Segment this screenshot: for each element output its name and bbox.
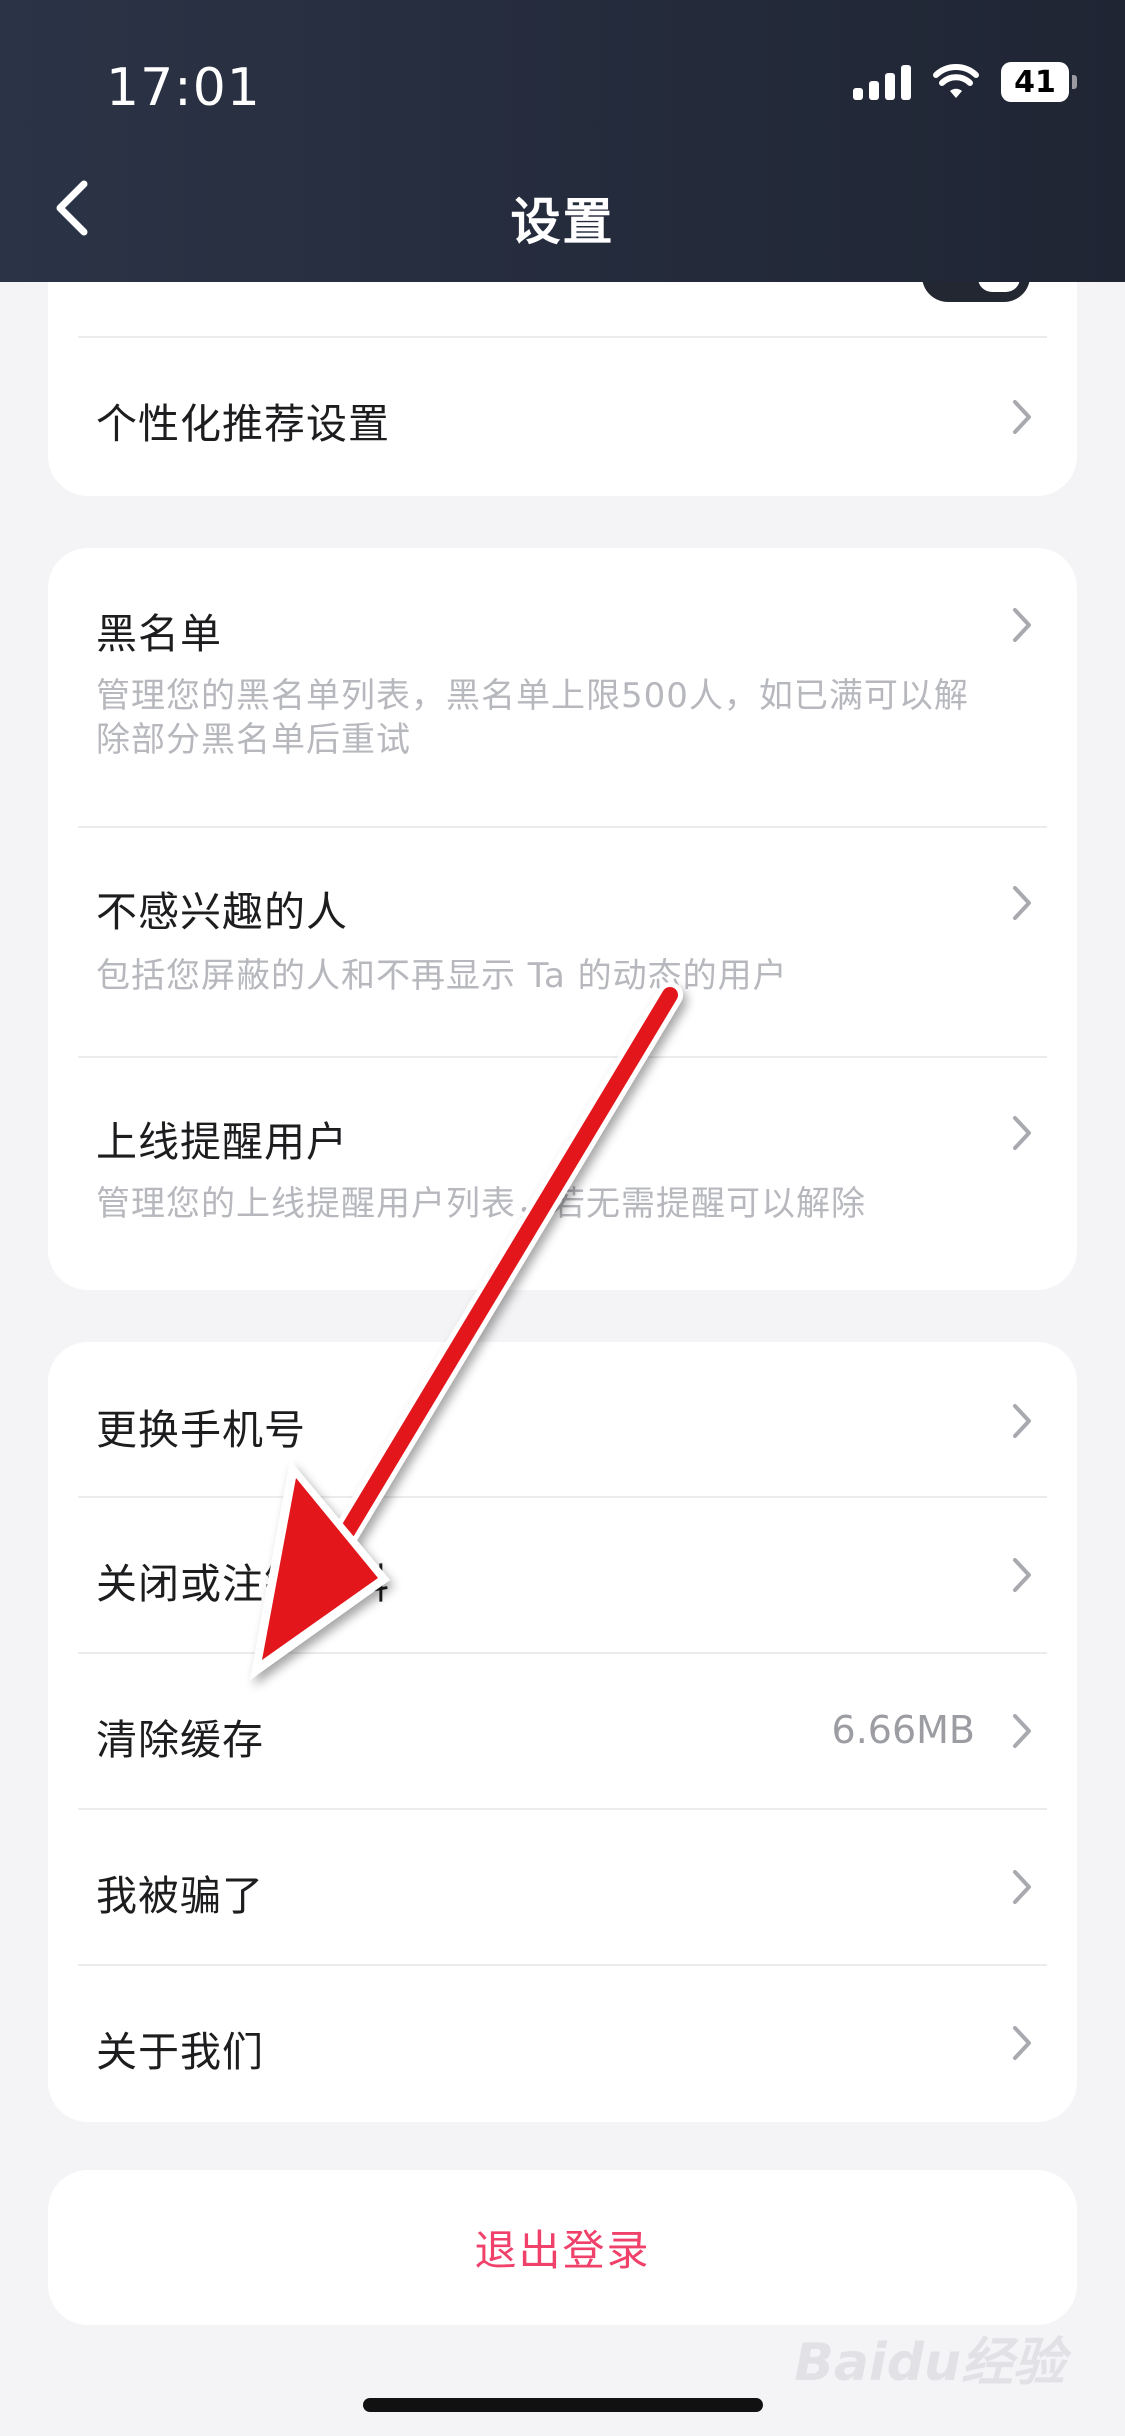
close-account-row[interactable]: 关闭或注销资料	[78, 1498, 1047, 1654]
cellular-signal-icon	[853, 64, 911, 100]
row-label: 个性化推荐设置	[96, 400, 390, 448]
change-phone-row[interactable]: 更换手机号	[78, 1342, 1047, 1498]
row-label: 关于我们	[96, 2028, 264, 2076]
row-label: 我被骗了	[96, 1872, 264, 1920]
personalized-recommendation-row[interactable]: 个性化推荐设置	[78, 338, 1047, 496]
row-label: 更换手机号	[96, 1406, 306, 1454]
cache-size-value: 6.66MB	[831, 1708, 975, 1752]
row-label: 不感兴趣的人	[96, 888, 348, 936]
chevron-right-icon	[1013, 400, 1031, 434]
scammed-row[interactable]: 我被骗了	[78, 1810, 1047, 1966]
chevron-right-icon	[1013, 1404, 1031, 1438]
chevron-right-icon	[1013, 1714, 1031, 1748]
home-indicator[interactable]	[363, 2398, 763, 2412]
wifi-icon	[933, 64, 979, 98]
status-icons: 41	[853, 62, 1077, 102]
chevron-right-icon	[1013, 1558, 1031, 1592]
row-description: 管理您的上线提醒用户列表，若无需提醒可以解除	[96, 1184, 866, 1224]
blacklist-row[interactable]: 黑名单 包括您屏蔽的人和不再显示 Ta 的动态的用户 管理您的黑名单列表，黑名单…	[78, 548, 1047, 828]
battery-icon: 41	[1001, 62, 1077, 102]
chevron-right-icon	[1013, 1870, 1031, 1904]
settings-card-privacy: 黑名单 包括您屏蔽的人和不再显示 Ta 的动态的用户 管理您的黑名单列表，黑名单…	[48, 548, 1077, 1290]
online-reminder-row[interactable]: 上线提醒用户 管理您的上线提醒用户列表，若无需提醒可以解除	[78, 1058, 1047, 1290]
row-label: 清除缓存	[96, 1716, 264, 1764]
chevron-right-icon	[1013, 1116, 1031, 1150]
row-description: 管理您的黑名单列表，黑名单上限500人，如已满可以解除部分黑名单后重试	[96, 676, 969, 760]
chevron-right-icon	[1013, 886, 1031, 920]
chevron-right-icon	[1013, 2026, 1031, 2060]
chevron-right-icon	[1013, 608, 1031, 642]
watermark-logo: Baidu经验	[794, 2333, 1065, 2393]
settings-card-account: 更换手机号 关闭或注销资料 清除缓存 6.66MB 我被骗了 关于我们	[48, 1342, 1077, 2122]
clear-cache-row[interactable]: 清除缓存 6.66MB	[78, 1654, 1047, 1810]
page-title: 设置	[510, 193, 615, 251]
logout-button[interactable]: 退出登录	[48, 2170, 1077, 2325]
row-label: 黑名单	[96, 610, 222, 658]
not-interested-row[interactable]: 不感兴趣的人 包括您屏蔽的人和不再显示 Ta 的动态的用户	[78, 828, 1047, 1058]
row-description: 包括您屏蔽的人和不再显示 Ta 的动态的用户	[96, 956, 788, 996]
about-us-row[interactable]: 关于我们	[78, 1966, 1047, 2122]
status-time: 17:01	[106, 58, 261, 118]
row-label: 关闭或注销资料	[96, 1560, 390, 1608]
row-label: 上线提醒用户	[96, 1118, 348, 1166]
navigation-header: 17:01 41 设置	[0, 0, 1125, 282]
